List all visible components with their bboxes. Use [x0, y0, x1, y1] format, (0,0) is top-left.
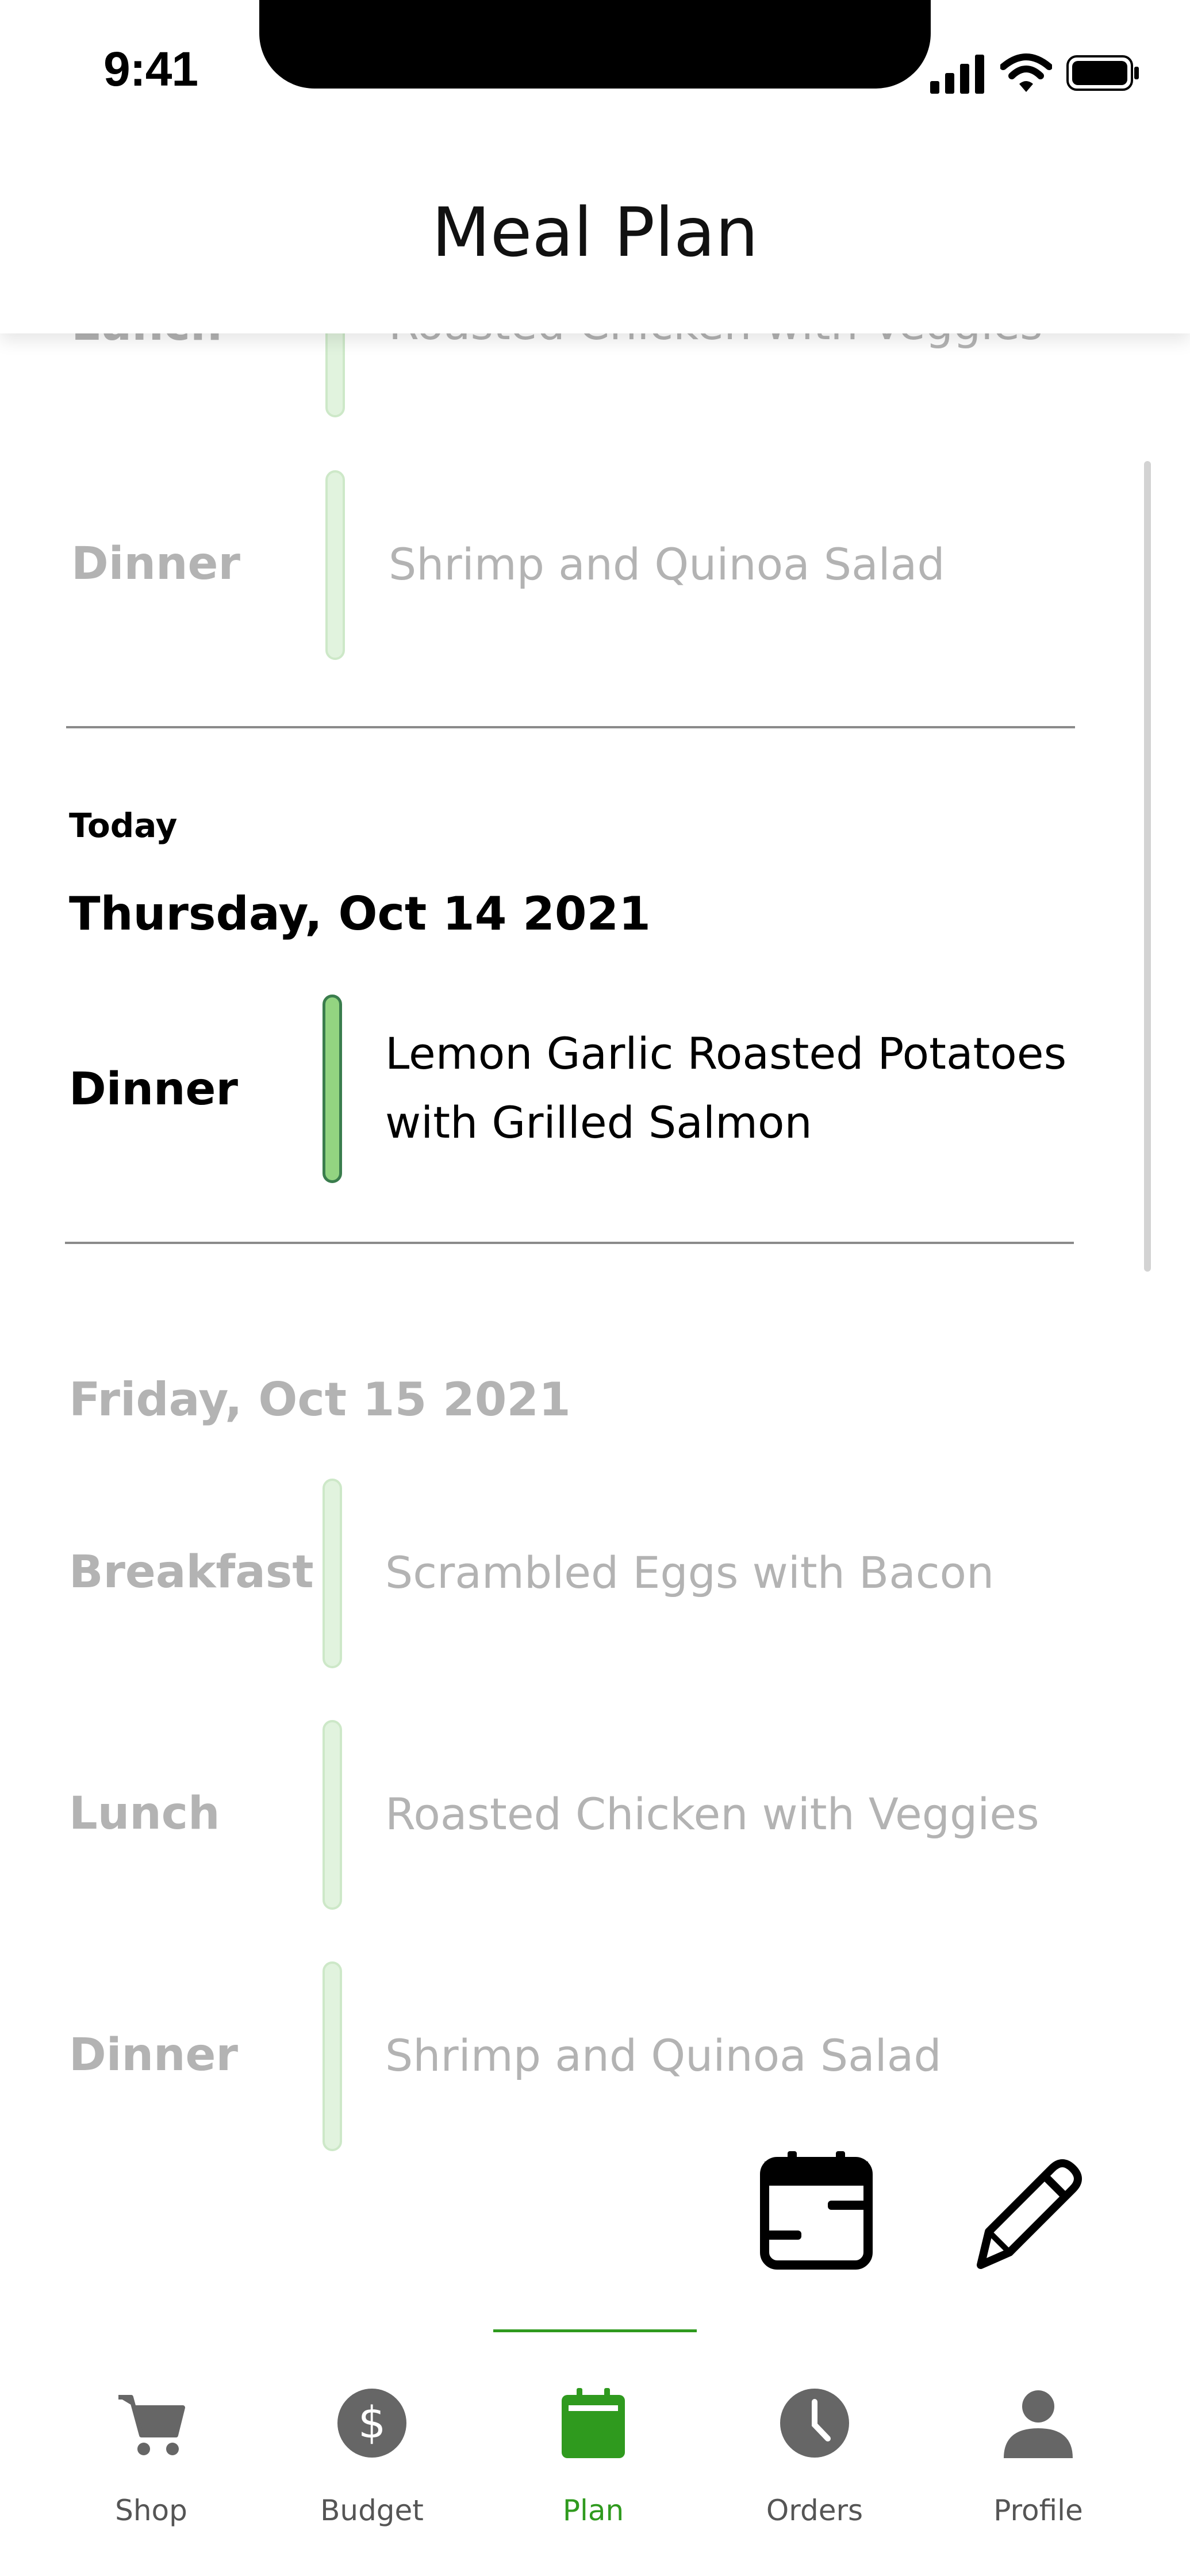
meal-label-dinner: Dinner — [69, 2029, 238, 2081]
wifi-icon — [1000, 53, 1052, 92]
meal-name-dinner-today[interactable]: Lemon Garlic Roasted Potatoes with Grill… — [385, 1019, 1066, 1157]
tab-profile[interactable]: Profile — [952, 2386, 1124, 2527]
meal-name-lunch[interactable]: Roasted Chicken with Veggies — [385, 1780, 1039, 1849]
tab-orders[interactable]: Orders — [728, 2386, 901, 2527]
active-tab-indicator — [493, 2329, 697, 2332]
calendar-icon — [562, 2388, 625, 2458]
battery-icon — [1066, 55, 1139, 91]
meal-name-breakfast[interactable]: Scrambled Eggs with Bacon — [385, 1538, 994, 1607]
meal-label-dinner-previous: Dinner — [71, 538, 240, 590]
meal-name-line1: Lemon Garlic Roasted Potatoes — [385, 1028, 1067, 1079]
meal-name-dinner[interactable]: Shrimp and Quinoa Salad — [385, 2021, 942, 2090]
tab-label-plan: Plan — [562, 2494, 624, 2527]
calendar-icon — [760, 2151, 873, 2270]
meal-label-breakfast: Breakfast — [69, 1546, 314, 1598]
meal-indicator-bar — [325, 470, 345, 660]
edit-button[interactable] — [960, 2144, 1098, 2282]
meal-indicator-bar — [323, 1961, 342, 2151]
meal-indicator-bar-active — [323, 995, 342, 1183]
tab-label-orders: Orders — [766, 2494, 863, 2527]
calendar-button[interactable] — [747, 2144, 885, 2282]
tab-label-shop: Shop — [115, 2494, 187, 2527]
cart-icon — [118, 2395, 185, 2455]
scrollbar[interactable] — [1144, 461, 1151, 1272]
tab-label-budget: Budget — [320, 2494, 424, 2527]
tab-budget[interactable]: $ Budget — [286, 2386, 458, 2527]
cellular-signal-icon — [930, 55, 984, 94]
clock-icon — [780, 2389, 849, 2458]
tab-shop[interactable]: Shop — [65, 2386, 237, 2527]
svg-text:$: $ — [358, 2397, 386, 2448]
page-title: Meal Plan — [431, 193, 759, 272]
meal-name-dinner-previous[interactable]: Shrimp and Quinoa Salad — [389, 530, 945, 599]
day-title-friday: Friday, Oct 15 2021 — [69, 1373, 571, 1426]
meal-label-lunch: Lunch — [69, 1788, 220, 1840]
device-notch — [259, 0, 931, 89]
meal-indicator-bar — [323, 1720, 342, 1910]
meal-name-line2: with Grilled Salmon — [385, 1097, 812, 1148]
today-tag: Today — [69, 806, 178, 845]
day-title-today: Thursday, Oct 14 2021 — [69, 887, 651, 940]
day-divider — [66, 726, 1075, 728]
tab-plan[interactable]: Plan — [507, 2386, 680, 2527]
day-divider — [65, 1242, 1074, 1244]
status-time: 9:41 — [103, 42, 198, 96]
pencil-icon — [977, 2159, 1082, 2269]
meal-label-dinner-today: Dinner — [69, 1064, 238, 1115]
dollar-icon: $ — [337, 2389, 406, 2458]
meal-indicator-bar — [323, 1479, 342, 1668]
person-icon — [1004, 2390, 1073, 2458]
tab-label-profile: Profile — [993, 2494, 1083, 2527]
meal-plan-list[interactable]: Lunch Roasted Chicken with Veggies Dinne… — [0, 0, 1190, 2328]
